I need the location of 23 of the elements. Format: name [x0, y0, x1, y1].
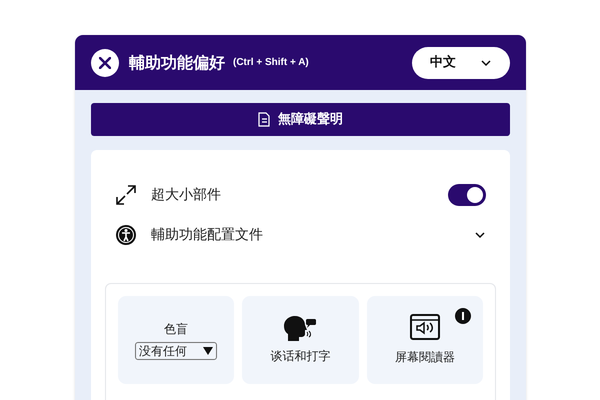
document-icon — [258, 112, 270, 127]
speaking-head-icon — [283, 315, 318, 341]
caret-icon — [203, 347, 214, 355]
tile-title: 色盲 — [164, 321, 188, 338]
screen-speaker-icon — [410, 314, 440, 340]
info-icon[interactable] — [455, 308, 471, 324]
toggle-switch[interactable] — [448, 184, 486, 206]
accessibility-icon — [115, 224, 137, 246]
feature-tile[interactable]: 色盲 没有任何 — [118, 296, 234, 384]
statement-button[interactable]: 無障礙聲明 — [91, 103, 510, 136]
close-button[interactable] — [91, 48, 119, 76]
select-field[interactable]: 没有任何 — [135, 342, 218, 360]
setting-label: 超大小部件 — [151, 186, 222, 204]
panel-title: 輔助功能偏好 — [129, 52, 225, 74]
feature-tile[interactable]: 屏幕閱讀器 — [366, 296, 483, 384]
shortcut-hint: (Ctrl + Shift + A) — [233, 56, 309, 70]
tile-label: 屏幕閱讀器 — [394, 349, 455, 366]
expand-arrows-icon — [115, 184, 137, 206]
language-dropdown[interactable]: 中文 — [412, 46, 510, 78]
setting-label: 輔助功能配置文件 — [151, 226, 264, 244]
close-icon — [99, 56, 111, 68]
feature-tile[interactable]: 谈话和打字 — [242, 296, 359, 384]
tile-label: 谈话和打字 — [270, 348, 330, 365]
